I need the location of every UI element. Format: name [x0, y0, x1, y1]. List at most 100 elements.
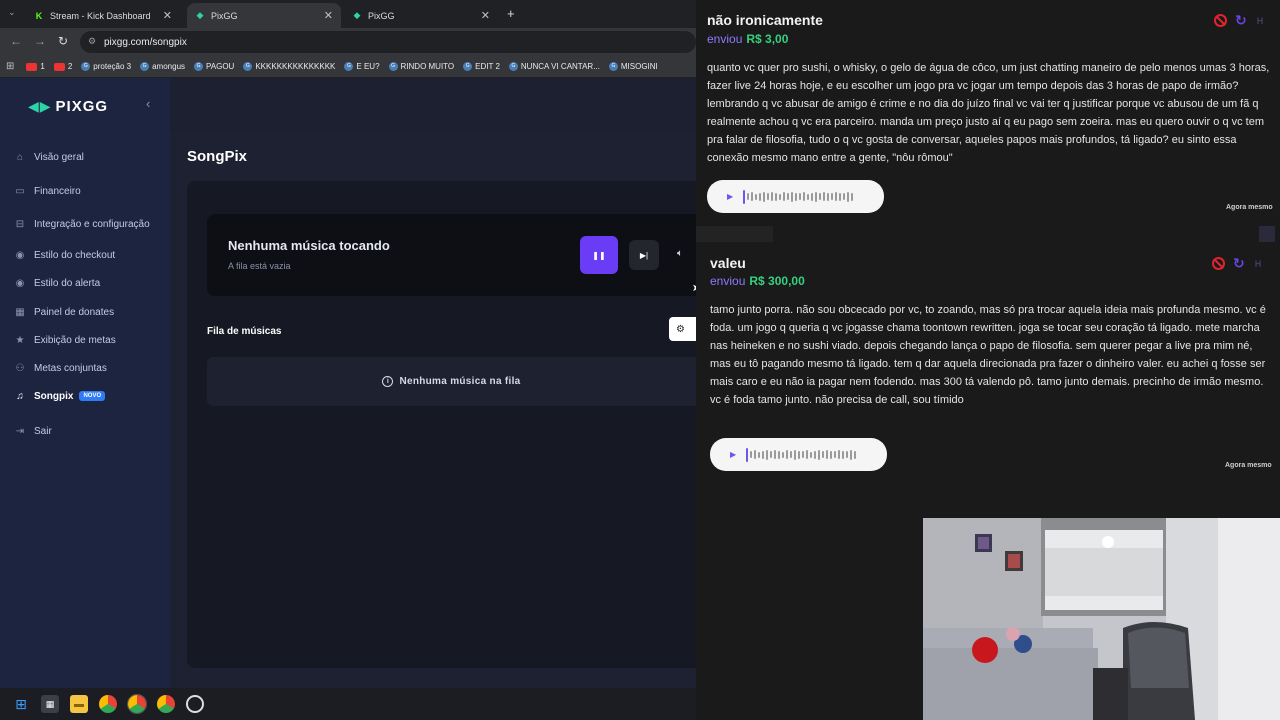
waveform-bar [842, 450, 845, 459]
new-tab-button[interactable]: + [507, 6, 515, 21]
collapse-sidebar-icon[interactable]: ‹ [146, 96, 150, 111]
tab-kick-dashboard[interactable]: K Stream - Kick Dashboard ✕ [26, 3, 180, 28]
donation-message: quanto vc quer pro sushi, o whisky, o ge… [707, 62, 1270, 164]
bookmark-item[interactable]: G RINDO MUITO [388, 62, 454, 71]
bookmark-item[interactable]: 2 [53, 62, 72, 71]
bookmark-item[interactable]: G NUNCA VI CANTAR... [508, 62, 600, 71]
waveform-bar [826, 450, 829, 459]
bookmark-label: PAGOU [206, 62, 235, 71]
sidebar-item-sair[interactable]: ⇥ Sair [14, 425, 52, 437]
replay-icon[interactable]: ↻ [1235, 12, 1247, 29]
bookmark-item[interactable]: 1 [26, 62, 45, 71]
chrome-profile-icon[interactable] [157, 695, 175, 713]
waveform-bar [763, 191, 766, 202]
pixgg-icon: G [608, 62, 618, 71]
donation-actions: ↻ H [1212, 255, 1261, 272]
chrome-icon[interactable] [99, 695, 117, 713]
waveform-bar [791, 191, 794, 202]
apps-icon[interactable]: ⊞ [6, 61, 14, 72]
volume-icon[interactable]: 🔈︎ [677, 248, 683, 259]
skip-button[interactable]: ▶| [629, 240, 659, 270]
waveform-bar [806, 450, 809, 459]
pause-button[interactable]: ❚❚ [580, 236, 618, 274]
play-icon[interactable]: ▶ [730, 450, 736, 459]
bookmark-item[interactable]: GE EU? [344, 62, 380, 71]
waveform-bar [819, 193, 822, 200]
close-icon[interactable]: ✕ [481, 9, 490, 22]
tab-pixgg[interactable]: ◆ PixGG ✕ [344, 3, 498, 28]
now-playing-title: Nenhuma música tocando [228, 238, 390, 253]
waveform-bar [747, 193, 750, 200]
webcam-feed [923, 518, 1280, 720]
pixgg-icon: ◆ [196, 10, 204, 20]
bookmark-item[interactable]: G PAGOU [194, 62, 234, 71]
bookmark-item[interactable]: Gamongus [140, 62, 185, 71]
block-icon[interactable] [1214, 14, 1227, 27]
bookmarks-bar: ⊞ 1 2 Gproteção 3 Gamongus G PAGOU G KKKKK… [0, 56, 696, 78]
queue-settings-button[interactable]: ⚙ [669, 317, 696, 341]
sidebar-item-painel-donates[interactable]: ▦ Painel de donates [14, 306, 114, 318]
sidebar-item-songpix[interactable]: ♫ Songpix NOVO [14, 390, 106, 402]
overlay-divider [1259, 226, 1275, 242]
file-explorer-icon[interactable]: ▬ [70, 695, 88, 713]
audio-waveform [746, 447, 858, 462]
bookmark-item[interactable]: G KKKKKKKKKKKKKKK [243, 62, 335, 71]
windows-start-icon[interactable]: ⊞ [12, 695, 30, 713]
tts-audio-player[interactable]: ▶ [710, 438, 887, 471]
waveform-bar [830, 450, 833, 459]
waveform-bar [766, 449, 769, 460]
waveform-bar [754, 450, 757, 459]
close-icon[interactable]: ✕ [163, 9, 172, 22]
replay-icon[interactable]: ↻ [1233, 255, 1245, 272]
chrome-profile-icon[interactable] [127, 694, 147, 714]
sidebar-item-visao-geral[interactable]: ⌂ Visão geral [14, 151, 84, 163]
users-icon: ⚇ [15, 362, 25, 374]
sidebar-item-financeiro[interactable]: ▭ Financeiro [14, 185, 80, 197]
tab-pixgg-active[interactable]: ◆ PixGG ✕ [187, 3, 341, 28]
youtube-icon [53, 62, 65, 71]
logout-icon: ⇥ [15, 425, 25, 437]
calculator-icon[interactable]: ▦ [41, 695, 59, 713]
waveform-bar [759, 192, 762, 201]
waveform-bar [802, 451, 805, 458]
waveform-bar [854, 450, 857, 459]
waveform-bar [778, 450, 781, 459]
pixgg-icon: G [344, 62, 354, 71]
reload-icon[interactable]: ↻ [58, 34, 68, 48]
waveform-bar [771, 192, 774, 201]
back-icon[interactable]: ← [10, 34, 22, 48]
sidebar-item-metas-conjuntas[interactable]: ⚇ Metas conjuntas [14, 362, 107, 374]
skip-icon[interactable]: H [1255, 259, 1262, 269]
sidebar-item-estilo-alerta[interactable]: ◉ Estilo do alerta [14, 277, 101, 289]
logo-text: PIXGG [55, 98, 109, 115]
bookmark-item[interactable]: G EDIT 2 [463, 62, 500, 71]
tab-label: PixGG [368, 10, 395, 21]
bookmark-item[interactable]: G MISOGINI [608, 62, 658, 71]
forward-icon[interactable]: → [34, 34, 46, 48]
donation-amount: R$ 300,00 [749, 274, 805, 288]
pixgg-logo[interactable]: ◀▶ PIXGG [28, 98, 108, 115]
donation-time: Agora mesmo [1226, 204, 1273, 211]
play-icon[interactable]: ▶ [727, 192, 733, 201]
waveform-bar [795, 192, 798, 201]
tab-search-icon[interactable]: ⌄ [8, 7, 16, 18]
sidebar-item-label: Songpix [34, 390, 74, 402]
address-bar[interactable]: ⚙ pixgg.com/songpix [80, 31, 696, 53]
star-icon: ★ [15, 334, 25, 346]
block-icon[interactable] [1212, 257, 1225, 270]
tts-audio-player[interactable]: ▶ [707, 180, 884, 213]
waveform-bar [799, 193, 802, 200]
sidebar-item-exibicao-metas[interactable]: ★ Exibição de metas [14, 334, 116, 346]
sidebar-item-estilo-checkout[interactable]: ◉ Estilo do checkout [14, 249, 116, 261]
bookmark-item[interactable]: Gproteção 3 [81, 62, 131, 71]
sidebar-item-integracao[interactable]: ⊟ Integração e configuração [14, 218, 150, 230]
bookmark-label: E EU? [356, 62, 380, 71]
site-info-icon[interactable]: ⚙ [88, 36, 96, 47]
skip-icon[interactable]: H [1257, 16, 1264, 26]
waveform-bar [775, 192, 778, 201]
waveform-bar [751, 192, 754, 201]
obs-icon[interactable] [186, 695, 204, 713]
close-icon[interactable]: ✕ [324, 9, 333, 22]
waveform-bar [831, 193, 834, 200]
bookmark-label: NUNCA VI CANTAR... [520, 62, 600, 71]
